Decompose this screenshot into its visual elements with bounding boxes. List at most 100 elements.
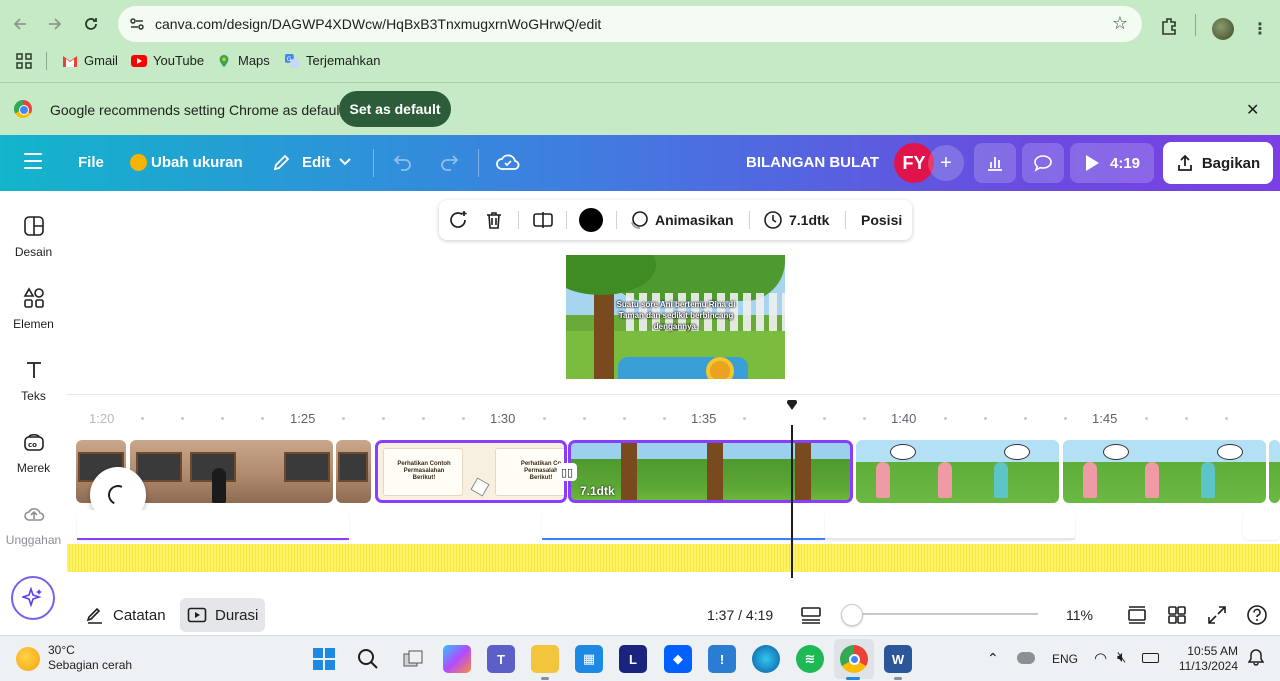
word-app[interactable]: W <box>884 645 912 673</box>
address-bar[interactable]: canva.com/design/DAGWP4XDWcw/HqBxB3Tnxmu… <box>118 6 1142 42</box>
l-app[interactable]: L <box>619 645 647 673</box>
bar-chart-icon <box>988 157 1002 171</box>
timeline-clip[interactable] <box>856 440 1059 503</box>
magic-assistant-button[interactable] <box>11 576 55 620</box>
insights-button[interactable] <box>974 143 1016 183</box>
share-button[interactable]: Bagikan <box>1163 142 1273 184</box>
timeline-clip[interactable] <box>1063 440 1266 503</box>
search-button[interactable] <box>354 645 382 673</box>
transition-button[interactable]: ▯▯ <box>557 463 577 481</box>
animate-button[interactable]: Animasikan <box>629 200 734 240</box>
weather-widget[interactable]: 30°C Sebagian cerah <box>16 643 132 673</box>
url-text[interactable]: canva.com/design/DAGWP4XDWcw/HqBxB3Tnxmu… <box>155 16 601 32</box>
position-button[interactable]: Posisi <box>861 200 902 240</box>
design-title[interactable]: BILANGAN BULAT <box>746 154 879 171</box>
browser-nav-row: canva.com/design/DAGWP4XDWcw/HqBxB3Tnxmu… <box>0 6 1280 42</box>
dropbox-app[interactable]: ◆ <box>664 645 692 673</box>
undo-icon[interactable] <box>392 152 414 172</box>
playhead[interactable] <box>791 425 793 578</box>
chrome-menu-icon[interactable]: ⋮ <box>1252 19 1268 39</box>
redo-icon[interactable] <box>438 152 460 172</box>
edge-app[interactable] <box>752 645 780 673</box>
add-collaborator-button[interactable]: + <box>928 145 964 181</box>
chrome-app[interactable] <box>840 645 868 673</box>
zoom-slider-handle[interactable] <box>841 604 863 626</box>
file-explorer-app[interactable] <box>531 645 559 673</box>
zoom-percentage[interactable]: 11% <box>1066 607 1093 623</box>
wifi-icon[interactable]: ◠ <box>1094 649 1107 667</box>
color-swatch[interactable] <box>579 208 603 232</box>
timeline-clip[interactable] <box>1269 440 1280 503</box>
play-duration: 4:19 <box>1109 154 1141 172</box>
store-app[interactable]: ▦ <box>575 645 603 673</box>
gmail-icon <box>63 55 77 67</box>
preview-caption[interactable]: Suatu sore Ani bertemu Rina di Taman dan… <box>616 299 736 332</box>
duration-toggle-button[interactable]: Durasi <box>180 598 266 632</box>
timeline-divider <box>67 394 1280 395</box>
network-error-icon[interactable] <box>1017 652 1035 664</box>
notification-app[interactable]: ! <box>708 645 736 673</box>
cloud-saved-icon[interactable] <box>496 151 520 173</box>
bookmark-translate[interactable]: G Terjemahkan <box>284 53 380 68</box>
copilot-app[interactable] <box>443 645 471 673</box>
sidebar-item-elements[interactable]: Elemen <box>0 287 67 331</box>
close-icon[interactable]: ✕ <box>1246 100 1259 120</box>
duration-button[interactable]: 7.1dtk <box>763 200 829 240</box>
sidebar-item-uploads[interactable]: Unggahan <box>0 503 67 547</box>
canva-header: File Ubah ukuran Edit BILANGAN BULAT FY … <box>0 135 1280 191</box>
audio-waveform[interactable] <box>67 544 1280 572</box>
forward-button[interactable] <box>41 10 69 38</box>
help-icon[interactable] <box>1246 604 1268 626</box>
svg-text:G: G <box>287 56 292 63</box>
edit-menu[interactable]: Edit <box>302 154 330 171</box>
set-as-default-button[interactable]: Set as default <box>339 91 451 127</box>
spotify-app[interactable]: ≋ <box>796 645 824 673</box>
task-view-button[interactable] <box>399 645 427 673</box>
zoom-slider-track[interactable] <box>846 613 1038 615</box>
notes-button[interactable]: Catatan <box>78 598 173 632</box>
audio-clip[interactable] <box>77 510 349 540</box>
sidebar-item-brand[interactable]: co Merek <box>0 431 67 475</box>
bookmark-gmail[interactable]: Gmail <box>62 53 118 68</box>
extensions-icon[interactable] <box>1160 16 1180 36</box>
fullscreen-icon[interactable] <box>1206 604 1228 626</box>
delete-button[interactable] <box>484 200 504 240</box>
profile-avatar[interactable] <box>1212 18 1234 40</box>
input-language[interactable]: ENG <box>1052 652 1078 666</box>
chevron-down-icon[interactable] <box>338 157 352 167</box>
bookmark-star-icon[interactable]: ☆ <box>1112 13 1128 34</box>
system-clock[interactable]: 10:55 AM 11/13/2024 <box>1170 644 1238 674</box>
grid-view-icon[interactable] <box>1166 604 1188 626</box>
notification-bell-icon[interactable] <box>1248 648 1264 666</box>
add-page-button[interactable] <box>447 200 469 240</box>
audio-clip[interactable] <box>542 510 825 540</box>
timeline-clip[interactable] <box>336 440 371 503</box>
timeline-clip[interactable] <box>130 440 333 503</box>
reload-button[interactable] <box>77 10 105 38</box>
sidebar-item-text[interactable]: Teks <box>0 359 67 403</box>
teams-app[interactable]: T <box>487 645 515 673</box>
comments-button[interactable] <box>1022 143 1064 183</box>
volume-muted-icon[interactable]: 🔇︎ <box>1117 649 1126 666</box>
bookmark-maps[interactable]: Maps <box>216 53 270 68</box>
audio-clip[interactable] <box>1243 510 1280 540</box>
timeline-view-icon[interactable] <box>800 604 822 626</box>
show-hidden-icons[interactable]: ⌃ <box>987 650 999 667</box>
menu-icon[interactable] <box>24 153 42 171</box>
start-button[interactable] <box>310 645 338 673</box>
audio-track[interactable] <box>67 510 1280 572</box>
split-button[interactable] <box>532 200 554 240</box>
play-button[interactable]: 4:19 <box>1070 143 1154 183</box>
page-view-icon[interactable] <box>1126 604 1148 626</box>
resize-button[interactable]: Ubah ukuran <box>151 154 243 171</box>
site-info-icon[interactable] <box>128 15 146 33</box>
bookmark-youtube[interactable]: YouTube <box>131 53 204 68</box>
battery-icon[interactable] <box>1142 653 1159 663</box>
file-menu[interactable]: File <box>78 154 104 171</box>
apps-grid-icon[interactable] <box>16 53 32 69</box>
audio-clip[interactable] <box>825 510 1075 540</box>
sidebar-item-design[interactable]: Desain <box>0 215 67 259</box>
canvas-page-preview[interactable]: Suatu sore Ani bertemu Rina di Taman dan… <box>566 255 785 379</box>
back-button[interactable] <box>6 10 34 38</box>
playhead-handle[interactable] <box>787 400 797 410</box>
